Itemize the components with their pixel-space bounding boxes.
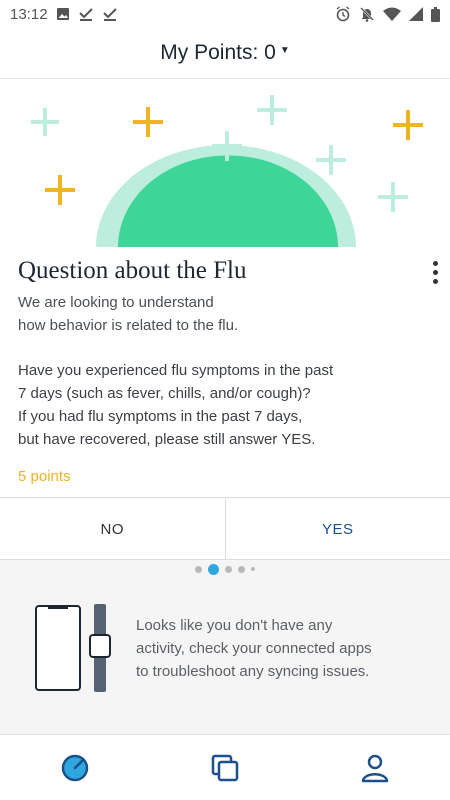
plus-icon bbox=[393, 110, 423, 140]
cards-icon[interactable] bbox=[210, 753, 240, 783]
pager-dot[interactable] bbox=[251, 567, 255, 571]
battery-icon bbox=[431, 6, 440, 22]
check-icon bbox=[102, 8, 117, 21]
question-line: 7 days (such as fever, chills, and/or co… bbox=[18, 385, 311, 402]
nav-profile[interactable] bbox=[355, 748, 395, 788]
hero-graphic bbox=[31, 95, 423, 247]
hero-illustration bbox=[0, 79, 450, 247]
card-title: Question about the Flu bbox=[18, 257, 247, 284]
points-title[interactable]: My Points: 0 bbox=[160, 41, 276, 65]
activity-line: activity, check your connected apps bbox=[136, 640, 372, 657]
plus-icon bbox=[133, 107, 163, 137]
status-bar: 13:12 bbox=[0, 0, 450, 28]
pager-dot-active[interactable] bbox=[208, 563, 219, 575]
yes-button[interactable]: YES bbox=[226, 498, 450, 560]
card-intro: We are looking to understand how behavio… bbox=[18, 291, 418, 337]
pager-dots bbox=[0, 560, 450, 578]
points-reward: 5 points bbox=[18, 468, 71, 485]
plus-icon bbox=[31, 108, 59, 136]
watch-icon bbox=[89, 634, 111, 658]
question-line: Have you experienced flu symptoms in the… bbox=[18, 362, 334, 379]
bottom-nav bbox=[0, 735, 450, 800]
alarm-icon bbox=[336, 6, 350, 22]
answer-buttons: NO YES bbox=[0, 497, 450, 560]
nav-cards[interactable] bbox=[205, 748, 245, 788]
question-line: but have recovered, please still answer … bbox=[18, 431, 316, 448]
points-header[interactable]: My Points: 0 ▼ bbox=[0, 28, 450, 79]
phone-icon bbox=[35, 605, 81, 691]
devices-illustration bbox=[35, 604, 111, 692]
activity-panel: Looks like you don't have any activity, … bbox=[0, 578, 450, 735]
activity-line: to troubleshoot any syncing issues. bbox=[136, 663, 370, 680]
signal-icon bbox=[409, 7, 423, 21]
activity-line: Looks like you don't have any bbox=[136, 617, 333, 634]
pager-dot[interactable] bbox=[195, 565, 202, 573]
plus-icon bbox=[378, 182, 408, 212]
status-bar-right bbox=[335, 6, 440, 22]
status-time: 13:12 bbox=[10, 5, 48, 23]
question-card: Question about the Flu We are looking to… bbox=[0, 79, 450, 560]
profile-icon[interactable] bbox=[360, 753, 390, 783]
question-line: If you had flu symptoms in the past 7 da… bbox=[18, 408, 303, 425]
no-button[interactable]: NO bbox=[0, 498, 226, 560]
nav-dashboard[interactable] bbox=[55, 748, 95, 788]
plus-icon bbox=[316, 145, 346, 175]
intro-line: We are looking to understand bbox=[18, 294, 214, 311]
wifi-icon bbox=[383, 7, 401, 21]
status-bar-left: 13:12 bbox=[10, 6, 118, 23]
dropdown-caret-icon[interactable]: ▼ bbox=[280, 45, 290, 56]
image-icon bbox=[56, 8, 69, 20]
intro-line: how behavior is related to the flu. bbox=[18, 317, 239, 334]
notifications-off-icon bbox=[360, 7, 374, 22]
pager-dot[interactable] bbox=[225, 565, 232, 573]
pager-dot[interactable] bbox=[238, 565, 245, 573]
plus-icon bbox=[45, 175, 75, 205]
card-question: Have you experienced flu symptoms in the… bbox=[18, 359, 438, 451]
more-options-icon[interactable] bbox=[428, 261, 442, 287]
dashboard-icon[interactable] bbox=[60, 753, 90, 783]
activity-message: Looks like you don't have any activity, … bbox=[136, 614, 406, 683]
plus-icon bbox=[257, 95, 287, 125]
check-icon bbox=[78, 8, 93, 21]
